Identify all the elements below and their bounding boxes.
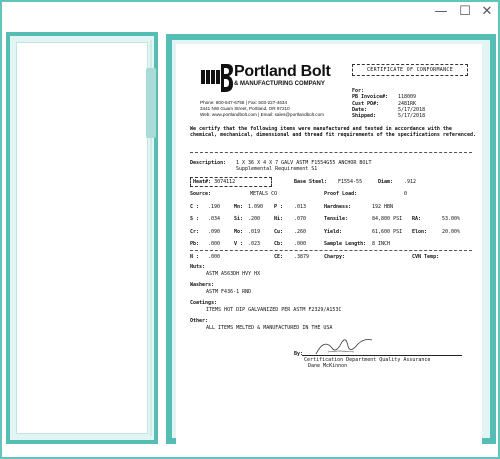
signature-line	[302, 355, 462, 356]
property-label: V :	[234, 241, 244, 247]
note-text: ALL ITEMS MELTED & MANUFACTURED IN THE U…	[206, 325, 333, 331]
company-name: Portland Bolt	[234, 63, 331, 80]
certificate-page: Portland Bolt & MANUFACTURING COMPANY Ph…	[176, 44, 482, 444]
base-steel-value: F1554-55	[338, 179, 363, 185]
minimize-icon[interactable]: —	[430, 2, 452, 22]
property-label: C :	[190, 203, 200, 210]
heat-value: 3074112	[214, 179, 236, 185]
base-steel-label: Base Steel:	[294, 179, 328, 185]
property-value: 61,600 PSI	[372, 228, 403, 235]
property-value: METALS CO	[250, 191, 278, 197]
property-label: Mn:	[234, 203, 244, 210]
description-label: Description:	[190, 160, 227, 166]
property-label: S :	[190, 216, 200, 222]
note-title: Nuts:	[190, 264, 206, 270]
ref-label: Shipped:	[352, 113, 377, 120]
property-value: .000	[208, 253, 221, 260]
property-value: .200	[248, 216, 261, 222]
property-label: Hardness:	[324, 203, 352, 210]
diameter-value: .912	[404, 179, 417, 185]
property-label: CE:	[274, 253, 284, 260]
company-contact: Phone: 800-547-6758 | Fax: 503-227-4634 …	[200, 100, 324, 119]
heat-number-box: Heat#: 3074112	[190, 177, 272, 187]
contact-line: Web: www.portlandbolt.com | Email: sales…	[200, 112, 324, 118]
note-text: ASTM A563DH HVY HX	[206, 271, 261, 277]
signature-by-label: By:	[294, 351, 304, 357]
property-value: .000	[208, 241, 221, 247]
property-value: 20.00%	[442, 228, 461, 235]
property-label: P :	[274, 203, 284, 210]
property-label: Mo:	[234, 228, 244, 235]
property-label: Cr:	[190, 228, 200, 235]
note-text: ASTM F436-1 RND	[206, 289, 252, 295]
ref-value: 5/17/2018	[398, 113, 426, 120]
property-label: Cu:	[274, 228, 284, 235]
bolt-logo-icon	[201, 64, 233, 92]
certificate-title: CERTIFICATE OF CONFORMANCE	[352, 64, 468, 76]
close-icon[interactable]: ✕	[476, 2, 498, 22]
divider	[190, 250, 472, 251]
property-label: CVN Temp:	[412, 253, 440, 260]
property-value: .260	[294, 228, 307, 235]
certification-statement: We certify that the following items were…	[190, 126, 476, 139]
property-value: .034	[208, 216, 221, 222]
property-label: N :	[190, 253, 200, 260]
thumbnail-scrollbar[interactable]	[146, 40, 156, 436]
title-bar: — ☐ ✕	[2, 2, 498, 22]
note-title: Other:	[190, 318, 209, 324]
diameter-label: Diam:	[378, 179, 394, 185]
property-value: 1.090	[248, 203, 264, 210]
property-value: .023	[248, 241, 261, 247]
property-label: Pb:	[190, 241, 200, 247]
base-steel: Base Steel: F1554-55	[294, 179, 362, 185]
property-value: 84,800 PSI	[372, 216, 403, 222]
property-label: Sample Length:	[324, 241, 367, 247]
property-label: Elon:	[412, 228, 428, 235]
scrollbar-thumb[interactable]	[146, 68, 156, 138]
maximize-icon[interactable]: ☐	[454, 2, 476, 22]
document-panel: Portland Bolt & MANUFACTURING COMPANY Ph…	[166, 34, 496, 444]
property-label: RA:	[412, 216, 422, 222]
diameter: Diam: .912	[378, 179, 416, 185]
property-value: .000	[294, 241, 307, 247]
property-label: Ni:	[274, 216, 284, 222]
property-label: Source:	[190, 191, 212, 197]
property-value: .190	[208, 203, 221, 210]
property-label: Si:	[234, 216, 244, 222]
thumbnail-page[interactable]	[16, 42, 148, 434]
property-label: Yield:	[324, 228, 343, 235]
property-value: 0	[404, 191, 408, 197]
divider	[190, 152, 472, 153]
heat-label: Heat#:	[193, 179, 212, 185]
property-value: 192 HBN	[372, 203, 394, 210]
company-subtitle: & MANUFACTURING COMPANY	[234, 81, 325, 87]
property-value: 53.00%	[442, 216, 461, 222]
viewer-window: — ☐ ✕ Portland Bolt & MANUFACTURING COMP…	[0, 0, 500, 459]
property-value: .013	[294, 203, 307, 210]
property-value: .019	[248, 228, 261, 235]
property-label: Proof Load:	[324, 191, 358, 197]
thumbnail-panel	[6, 32, 158, 444]
property-label: Tensile:	[324, 216, 349, 222]
property-value: .070	[294, 216, 307, 222]
property-value: .3879	[294, 253, 310, 260]
note-title: Coatings:	[190, 300, 218, 306]
signature-block: By: Certification Department Quality Ass…	[294, 334, 464, 369]
description-line: Supplemental Requirement S1	[236, 166, 318, 173]
signature-name: Dane McKinnon	[308, 363, 348, 369]
property-value: .090	[208, 228, 221, 235]
property-label: Charpy:	[324, 253, 346, 260]
property-label: Cb:	[274, 241, 284, 247]
note-text: ITEMS HOT DIP GALVANIZED PER ASTM F2329/…	[206, 307, 342, 313]
property-value: 8 INCH	[372, 241, 391, 247]
note-title: Washers:	[190, 282, 215, 288]
